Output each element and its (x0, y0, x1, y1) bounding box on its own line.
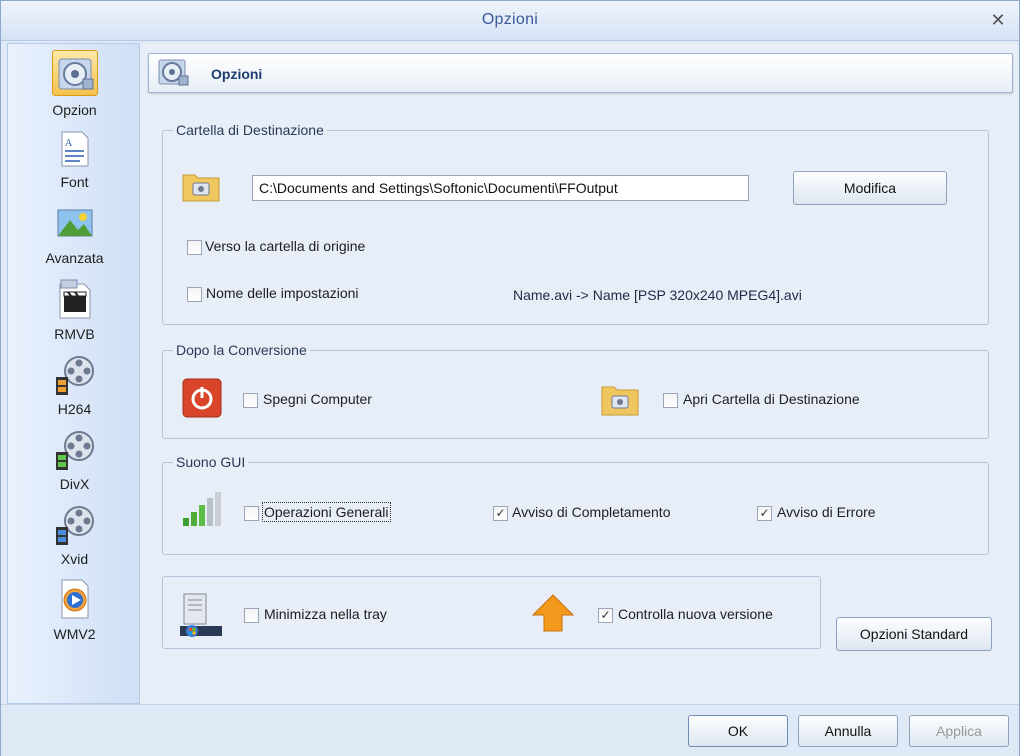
error-alert-checkbox[interactable]: ✓ (757, 506, 772, 521)
minimize-tray-label: Minimizza nella tray (264, 606, 387, 622)
check-version-label: Controlla nuova versione (618, 606, 773, 622)
sidebar: Opzion A Font Avanzata RMVB H264 DivX Xv… (7, 43, 140, 704)
settings-disc-icon (157, 57, 193, 89)
open-folder-label: Apri Cartella di Destinazione (683, 391, 860, 407)
sidebar-item-avanzata[interactable]: Avanzata (8, 198, 141, 270)
settings-name-label: Nome delle impostazioni (206, 285, 359, 301)
sidebar-item-label: Xvid (60, 551, 89, 567)
completion-alert-label: Avviso di Completamento (512, 504, 671, 520)
power-icon (182, 378, 222, 418)
settings-disc-icon (52, 50, 98, 96)
check-icon: ✓ (759, 506, 770, 520)
sidebar-item-label: WMV2 (53, 626, 96, 642)
sidebar-item-label: RMVB (54, 326, 95, 342)
sidebar-item-label: Opzion (52, 102, 97, 118)
destination-group: Cartella di Destinazione Modifica Verso … (162, 122, 989, 325)
film-reel-icon (52, 426, 98, 472)
update-arrow-icon (531, 593, 575, 633)
sidebar-item-rmvb[interactable]: RMVB (8, 274, 141, 346)
font-document-icon: A (52, 126, 98, 172)
windows-tray-icon (180, 592, 222, 638)
film-reel-icon (52, 351, 98, 397)
sidebar-item-xvid[interactable]: Xvid (8, 499, 141, 571)
destination-path-input[interactable] (252, 175, 749, 201)
misc-group: Minimizza nella tray ✓ Controlla nuova v… (162, 576, 821, 649)
sidebar-item-label: Avanzata (45, 250, 104, 266)
shutdown-label: Spegni Computer (263, 391, 372, 407)
destination-legend: Cartella di Destinazione (173, 122, 327, 138)
after-conversion-group: Dopo la Conversione Spegni Computer Apri (162, 342, 989, 439)
folder-icon (181, 169, 221, 203)
sidebar-item-divx[interactable]: DivX (8, 424, 141, 496)
source-folder-label: Verso la cartella di origine (205, 238, 366, 254)
window-title: Opzioni (481, 11, 539, 28)
minimize-tray-checkbox[interactable] (244, 608, 259, 623)
page-title: Opzioni (211, 66, 263, 82)
gui-sound-legend: Suono GUI (173, 454, 249, 470)
sidebar-item-opzioni[interactable]: Opzion (8, 48, 141, 120)
media-player-icon (52, 576, 98, 622)
completion-alert-checkbox[interactable]: ✓ (493, 506, 508, 521)
sidebar-item-label: H264 (57, 401, 92, 417)
sidebar-item-label: Font (60, 174, 89, 190)
main-panel: Opzioni Cartella di Destinazione Modific… (140, 43, 1018, 704)
open-folder-checkbox[interactable] (663, 393, 678, 408)
svg-text:A: A (65, 138, 73, 149)
title-bar: Opzioni ✕ (1, 1, 1019, 41)
ok-button[interactable]: OK (688, 715, 788, 747)
general-operations-label: Operazioni Generali (262, 502, 391, 522)
film-reel-icon (52, 501, 98, 547)
error-alert-label: Avviso di Errore (777, 504, 876, 520)
general-operations-checkbox[interactable] (244, 506, 259, 521)
settings-name-checkbox[interactable] (187, 287, 202, 302)
filename-example-text: Name.avi -> Name [PSP 320x240 MPEG4].avi (513, 287, 802, 303)
check-icon: ✓ (600, 608, 611, 622)
check-version-checkbox[interactable]: ✓ (598, 608, 613, 623)
modify-button[interactable]: Modifica (793, 171, 947, 205)
sidebar-item-wmv2[interactable]: WMV2 (8, 574, 141, 646)
volume-bars-icon (181, 490, 225, 530)
section-header: Opzioni (148, 53, 1013, 93)
clapperboard-icon (52, 276, 98, 322)
standard-options-button[interactable]: Opzioni Standard (836, 617, 992, 651)
options-dialog: Opzioni ✕ Opzion A Font Avanzata RMVB H2… (0, 0, 1020, 756)
gui-sound-group: Suono GUI Operazioni Generali ✓ Avviso d… (162, 454, 989, 555)
shutdown-checkbox[interactable] (243, 393, 258, 408)
landscape-image-icon (52, 200, 98, 246)
after-conversion-legend: Dopo la Conversione (173, 342, 310, 358)
sidebar-item-font[interactable]: A Font (8, 124, 141, 196)
close-button[interactable]: ✕ (987, 9, 1009, 31)
close-icon: ✕ (990, 10, 1006, 30)
sidebar-item-label: DivX (59, 476, 90, 492)
check-icon: ✓ (495, 506, 506, 520)
apply-button[interactable]: Applica (909, 715, 1009, 747)
folder-icon (600, 381, 640, 417)
source-folder-checkbox[interactable] (187, 240, 202, 255)
cancel-button[interactable]: Annulla (798, 715, 898, 747)
dialog-footer: OK Annulla Applica (1, 704, 1019, 756)
sidebar-item-h264[interactable]: H264 (8, 349, 141, 421)
